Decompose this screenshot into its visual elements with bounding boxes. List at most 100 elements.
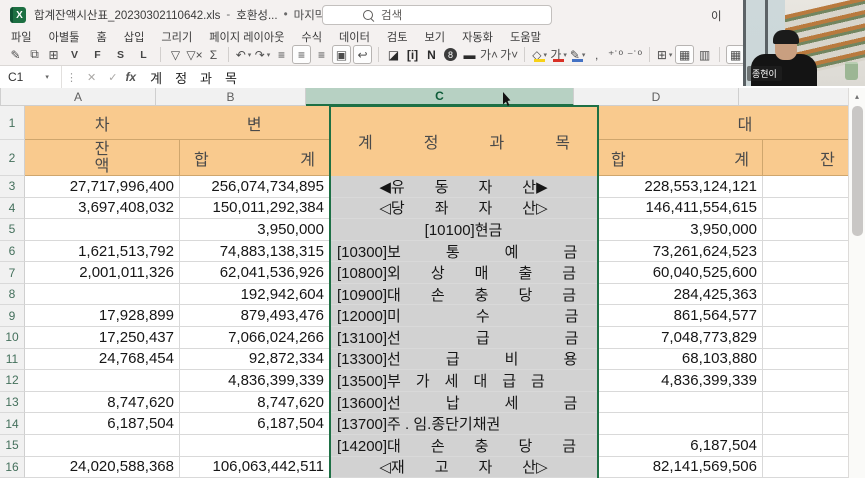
cell-b16[interactable]: 106,063,442,511 [180,457,330,478]
cell-c1-account-title[interactable]: 계정과목 [330,106,598,176]
highlight-icon[interactable]: ✎▾ [569,46,586,63]
row-header-16[interactable]: 16 [0,457,25,478]
scroll-up-icon[interactable]: ▴ [849,88,865,104]
cell-c10-account[interactable]: [13100]선 급 금 [330,327,598,349]
cell-c4-account[interactable]: ◁당 좌 자 산▷ [330,198,598,220]
macro-s-button[interactable]: S [112,46,129,63]
cell-d7[interactable]: 60,040,525,600 [598,262,763,284]
cell-b3[interactable]: 256,074,734,895 [180,176,330,198]
undo-icon[interactable]: ↶▾ [235,46,252,63]
cell-a6[interactable]: 1,621,513,792 [25,241,180,263]
cell-a7[interactable]: 2,001,011,326 [25,262,180,284]
cell-b14[interactable]: 6,187,504 [180,413,330,435]
macro-v-button[interactable]: V [66,46,83,63]
row-header-9[interactable]: 9 [0,305,25,327]
cell-d12[interactable]: 4,836,399,339 [598,370,763,392]
cell-b4[interactable]: 150,011,292,384 [180,198,330,220]
column-header-D[interactable]: D [574,88,739,106]
fill-color-icon[interactable]: ◇▾ [531,46,548,63]
align-right-icon[interactable]: ≡ [313,46,330,63]
cell-d6[interactable]: 73,261,624,523 [598,241,763,263]
paste-icon[interactable]: ⊞ [45,46,62,63]
cell-d13[interactable] [598,392,763,414]
column-header-B[interactable]: B [156,88,306,106]
cell-a4[interactable]: 3,697,408,032 [25,198,180,220]
account-name-partial[interactable]: 이 [711,8,722,24]
merge-center-icon[interactable]: ▣ [332,45,351,64]
border-outside-icon[interactable]: ▥ [696,46,713,63]
column-header-e[interactable] [739,88,865,106]
cell-shading-icon[interactable]: ▬ [461,46,478,63]
cell-c12-account[interactable]: [13500]부 가 세 대 급 금 [330,370,598,392]
cell-a14[interactable]: 6,187,504 [25,413,180,435]
macro-l-button[interactable]: L [135,46,152,63]
cell-a3[interactable]: 27,717,996,400 [25,176,180,198]
filter-icon[interactable]: ▽ [167,46,184,63]
cell-b7[interactable]: 62,041,536,926 [180,262,330,284]
circled-8-icon[interactable]: 8 [444,48,457,61]
cell-c9-account[interactable]: [12000]미 수 금 [330,305,598,327]
menu-item-0[interactable]: 파일 [11,29,32,45]
cell-a15[interactable] [25,435,180,457]
cell-d14[interactable] [598,413,763,435]
format-painter-icon[interactable]: ✎ [7,46,24,63]
row-header-1[interactable]: 1 [0,106,25,140]
row-header-5[interactable]: 5 [0,219,25,241]
cell-c16-account[interactable]: ◁재 고 자 산▷ [330,457,598,478]
row-header-14[interactable]: 14 [0,413,25,435]
row-header-2[interactable]: 2 [0,140,25,176]
cell-b6[interactable]: 74,883,138,315 [180,241,330,263]
brackets-icon[interactable]: [i] [404,46,421,63]
menu-item-6[interactable]: 수식 [301,29,322,45]
menu-item-9[interactable]: 보기 [425,29,446,45]
cell-d4[interactable]: 146,411,554,615 [598,198,763,220]
cell-d5[interactable]: 3,950,000 [598,219,763,241]
cell-d8[interactable]: 284,425,363 [598,284,763,306]
borders-icon[interactable]: ⊞▾ [656,46,673,63]
cell-b8[interactable]: 192,942,604 [180,284,330,306]
chart-icon[interactable]: N [423,46,440,63]
row-header-7[interactable]: 7 [0,262,25,284]
row-header-11[interactable]: 11 [0,349,25,371]
cell-b10[interactable]: 7,066,024,266 [180,327,330,349]
cell-a1-debit-title[interactable]: 차변 [25,106,330,140]
cell-a12[interactable] [25,370,180,392]
cell-d11[interactable]: 68,103,880 [598,349,763,371]
cell-d15[interactable]: 6,187,504 [598,435,763,457]
cell-a10[interactable]: 17,250,437 [25,327,180,349]
cell-a11[interactable]: 24,768,454 [25,349,180,371]
row-header-6[interactable]: 6 [0,241,25,263]
cell-b5[interactable]: 3,950,000 [180,219,330,241]
cell-c5-account[interactable]: [10100]현금 [330,219,598,241]
menu-item-2[interactable]: 홈 [96,29,106,45]
clear-filter-icon[interactable]: ▽× [186,46,203,63]
decrease-decimal-icon[interactable]: ⁻˙⁰ [626,46,643,63]
cell-d9[interactable]: 861,564,577 [598,305,763,327]
menu-item-7[interactable]: 데이터 [339,29,370,45]
row-header-3[interactable]: 3 [0,176,25,198]
cell-c14-account[interactable]: [13700]주 . 임.종단기채권 [330,413,598,435]
autosum-icon[interactable]: Σ [205,46,222,63]
cell-d2-total-label[interactable]: 합계 [598,140,763,176]
cell-b12[interactable]: 4,836,399,339 [180,370,330,392]
cell-a2-balance-label[interactable]: 잔액 [25,140,180,176]
row-header-15[interactable]: 15 [0,435,25,457]
menu-item-11[interactable]: 도움말 [510,29,541,45]
menu-item-1[interactable]: 아별툴 [49,29,80,45]
name-box[interactable]: C1 ▾ [0,66,62,88]
cell-c8-account[interactable]: [10900]대 손 충 당 금 [330,284,598,306]
vertical-scrollbar[interactable]: ▴ [848,88,865,478]
column-header-A[interactable]: A [1,88,156,106]
menu-item-10[interactable]: 자동화 [462,29,493,45]
cell-d16[interactable]: 82,141,569,506 [598,457,763,478]
cell-c15-account[interactable]: [14200]대 손 충 당 금 [330,435,598,457]
cell-c3-account[interactable]: ◀유 동 자 산▶ [330,176,598,198]
menu-item-4[interactable]: 그리기 [161,29,192,45]
cell-d3[interactable]: 228,553,124,121 [598,176,763,198]
insert-function-icon[interactable]: fx [125,70,136,84]
cell-d1-credit-title[interactable]: 대 [598,106,865,140]
font-color-icon[interactable]: 가▾ [550,46,567,63]
font-increase-icon[interactable]: 가˄ [480,46,498,63]
border-all-icon[interactable]: ▦ [675,45,694,64]
copy-icon[interactable]: ⧉ [26,46,43,63]
